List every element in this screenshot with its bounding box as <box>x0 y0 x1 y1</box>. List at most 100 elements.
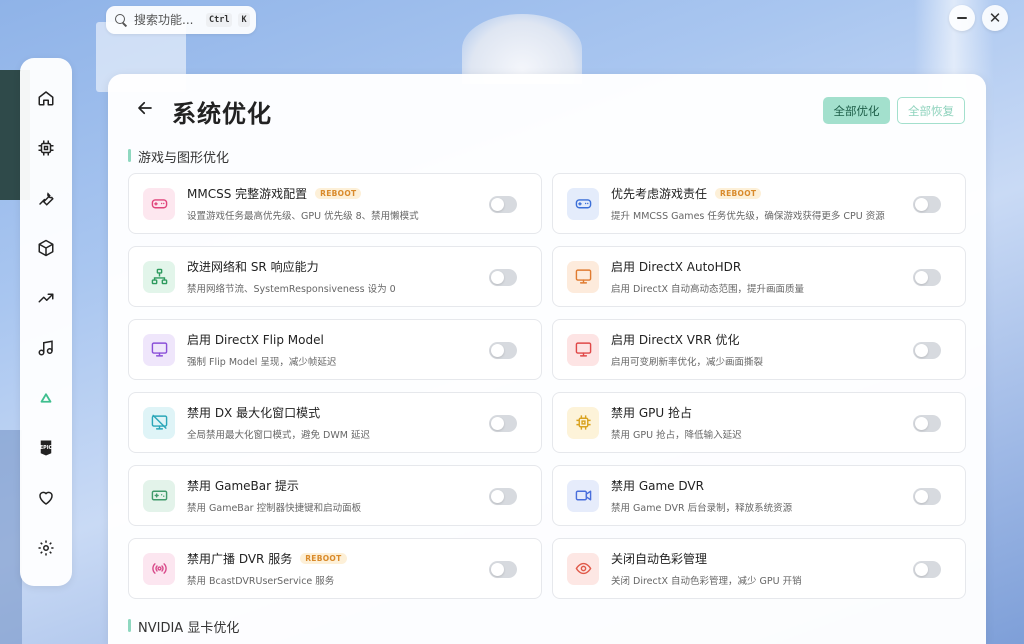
monitor-icon <box>575 269 591 284</box>
minimize-button[interactable] <box>949 5 975 31</box>
option-toggle[interactable] <box>489 415 517 432</box>
option-toggle[interactable] <box>913 488 941 505</box>
card-icon-wrap <box>143 333 175 366</box>
page-header: 系统优化 全部优化 全部恢复 <box>108 74 986 144</box>
monitor-icon <box>575 342 591 357</box>
broadcast-icon <box>151 563 167 574</box>
option-toggle[interactable] <box>489 561 517 578</box>
cube-icon <box>38 239 54 257</box>
sidebar-item-performance[interactable] <box>28 280 64 316</box>
triangle-icon <box>40 393 52 403</box>
home-icon <box>38 91 54 106</box>
sidebar-item-hardware[interactable] <box>28 130 64 166</box>
card-icon-wrap <box>567 479 599 512</box>
option-description: 禁用 Game DVR 后台录制，释放系统资源 <box>611 503 793 514</box>
background-chair <box>0 430 22 644</box>
option-grid: MMCSS 完整游戏配置 REBOOT 设置游戏任务最高优先级、GPU 优先级 8… <box>128 173 966 599</box>
card-icon-wrap <box>143 187 175 220</box>
option-toggle[interactable] <box>913 269 941 286</box>
option-card: 启用 DirectX Flip Model 强制 Flip Model 呈现，减… <box>128 319 542 380</box>
trending-icon <box>38 293 54 303</box>
option-toggle[interactable] <box>913 342 941 359</box>
option-title: 禁用 Game DVR <box>611 479 704 493</box>
section-title-gaming: 游戏与图形优化 <box>128 147 229 166</box>
monitor-icon <box>151 342 167 357</box>
option-toggle[interactable] <box>913 415 941 432</box>
option-card: 启用 DirectX AutoHDR 启用 DirectX 自动高动态范围，提升… <box>552 246 966 307</box>
card-icon-wrap <box>143 260 175 293</box>
chip-icon <box>575 415 591 430</box>
optimize-all-button[interactable]: 全部优化 <box>823 97 890 124</box>
option-toggle[interactable] <box>489 342 517 359</box>
sidebar-item-media[interactable] <box>28 330 64 366</box>
option-description: 关闭 DirectX 自动色彩管理，减少 GPU 开销 <box>611 576 802 587</box>
option-toggle[interactable] <box>489 196 517 213</box>
gamepad-icon <box>575 199 591 209</box>
sidebar-item-settings[interactable] <box>28 530 64 566</box>
option-title: MMCSS 完整游戏配置 <box>187 187 308 201</box>
wrench-icon <box>39 192 54 206</box>
option-description: 禁用 GameBar 控制器快捷键和启动面板 <box>187 503 362 514</box>
cpu-icon <box>38 140 54 156</box>
option-title: 改进网络和 SR 响应能力 <box>187 260 319 274</box>
minimize-icon <box>957 17 967 19</box>
reboot-badge: REBOOT <box>315 188 362 199</box>
option-description: 启用可变刷新率优化，减少画面撕裂 <box>611 357 764 368</box>
main-panel: 系统优化 全部优化 全部恢复 游戏与图形优化 MMCSS 完整游戏配置 REBOO… <box>108 74 986 644</box>
close-button[interactable]: ✕ <box>982 5 1008 31</box>
option-toggle[interactable] <box>913 196 941 213</box>
sidebar: EPIC <box>20 58 72 586</box>
music-icon <box>38 340 53 356</box>
gamepad-icon <box>151 199 167 209</box>
option-title: 禁用 GameBar 提示 <box>187 479 299 493</box>
option-title: 启用 DirectX Flip Model <box>187 333 324 347</box>
sidebar-item-apps[interactable] <box>28 230 64 266</box>
search-icon <box>114 13 128 27</box>
gear-icon <box>38 540 54 556</box>
option-card: 关闭自动色彩管理 关闭 DirectX 自动色彩管理，减少 GPU 开销 <box>552 538 966 599</box>
option-title: 优先考虑游戏责任 <box>611 187 708 201</box>
option-card: 禁用 DX 最大化窗口模式 全局禁用最大化窗口模式，避免 DWM 延迟 <box>128 392 542 453</box>
card-icon-wrap <box>567 187 599 220</box>
option-title: 禁用广播 DVR 服务 <box>187 552 293 566</box>
card-icon-wrap <box>567 406 599 439</box>
option-title: 禁用 DX 最大化窗口模式 <box>187 406 321 420</box>
sidebar-item-system-optimize[interactable] <box>28 380 64 416</box>
sidebar-item-home[interactable] <box>28 80 64 116</box>
eye-icon <box>575 562 591 575</box>
option-toggle[interactable] <box>489 269 517 286</box>
option-description: 启用 DirectX 自动高动态范围，提升画面质量 <box>611 284 804 295</box>
reboot-badge: REBOOT <box>715 188 762 199</box>
search-input[interactable] <box>134 13 200 27</box>
option-title: 启用 DirectX AutoHDR <box>611 260 742 274</box>
option-card: 启用 DirectX VRR 优化 启用可变刷新率优化，减少画面撕裂 <box>552 319 966 380</box>
search-box[interactable]: Ctrl K <box>106 6 256 34</box>
back-arrow-icon[interactable] <box>136 99 154 117</box>
option-card: 禁用广播 DVR 服务 REBOOT 禁用 BcastDVRUserService… <box>128 538 542 599</box>
option-description: 禁用网络节流、SystemResponsiveness 设为 0 <box>187 284 396 295</box>
sidebar-item-epic[interactable]: EPIC <box>28 430 64 466</box>
sidebar-item-tools[interactable] <box>28 180 64 216</box>
option-toggle[interactable] <box>489 488 517 505</box>
option-card: 优先考虑游戏责任 REBOOT 提升 MMCSS Games 任务优先级，确保游戏… <box>552 173 966 234</box>
card-icon-wrap <box>567 333 599 366</box>
option-description: 设置游戏任务最高优先级、GPU 优先级 8、禁用懒模式 <box>187 211 419 222</box>
reboot-badge: REBOOT <box>300 553 347 564</box>
option-card: 改进网络和 SR 响应能力 禁用网络节流、SystemResponsivenes… <box>128 246 542 307</box>
gamebar-icon <box>151 490 167 501</box>
card-icon-wrap <box>143 479 175 512</box>
monitor-off-icon <box>151 414 167 430</box>
option-description: 禁用 BcastDVRUserService 服务 <box>187 576 335 587</box>
epic-games-icon: EPIC <box>40 440 53 456</box>
option-description: 全局禁用最大化窗口模式，避免 DWM 延迟 <box>187 430 370 441</box>
option-title: 启用 DirectX VRR 优化 <box>611 333 740 347</box>
option-card: MMCSS 完整游戏配置 REBOOT 设置游戏任务最高优先级、GPU 优先级 8… <box>128 173 542 234</box>
card-icon-wrap <box>567 552 599 585</box>
sidebar-item-favorites[interactable] <box>28 480 64 516</box>
card-icon-wrap <box>143 552 175 585</box>
section-title-nvidia: NVIDIA 显卡优化 <box>128 617 239 636</box>
restore-all-button[interactable]: 全部恢复 <box>897 97 965 124</box>
shortcut-k: K <box>238 13 250 27</box>
option-toggle[interactable] <box>913 561 941 578</box>
option-description: 禁用 GPU 抢占，降低输入延迟 <box>611 430 742 441</box>
